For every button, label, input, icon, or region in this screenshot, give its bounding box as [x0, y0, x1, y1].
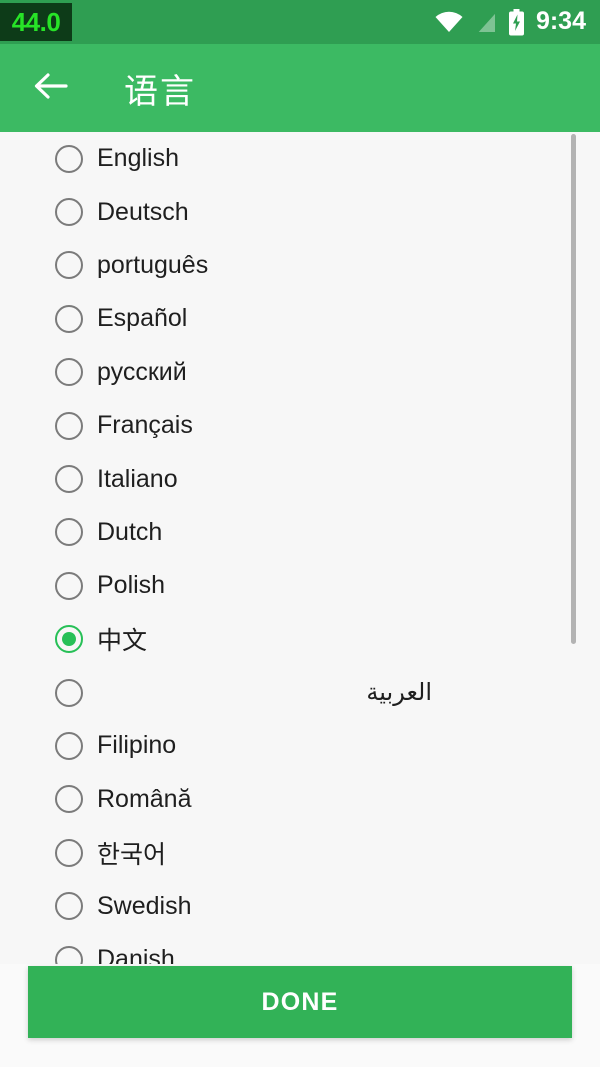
list-scrollbar[interactable]: [571, 132, 576, 964]
language-option-label: Deutsch: [97, 197, 189, 226]
page-title: 语言: [124, 72, 196, 111]
language-option-label: Italiano: [97, 464, 178, 493]
radio-button[interactable]: [55, 304, 83, 333]
footer-bar: DONE: [0, 964, 600, 1067]
language-option-label: Français: [97, 411, 193, 440]
language-option[interactable]: Swedish: [0, 879, 600, 932]
language-option[interactable]: Polish: [0, 559, 600, 612]
language-option-label: Dutch: [97, 517, 163, 546]
language-option[interactable]: English: [0, 132, 600, 185]
language-option[interactable]: Español: [0, 292, 600, 345]
language-option[interactable]: Română: [0, 773, 600, 826]
language-option[interactable]: Italiano: [0, 452, 600, 505]
language-option[interactable]: Dutch: [0, 506, 600, 559]
radio-button[interactable]: [55, 892, 83, 921]
radio-button-selected[interactable]: [55, 625, 83, 654]
radio-button[interactable]: [55, 251, 83, 280]
language-option-label: português: [97, 250, 209, 279]
language-option[interactable]: Filipino: [0, 719, 600, 772]
language-option[interactable]: Danish: [0, 933, 600, 964]
radio-button[interactable]: [55, 198, 83, 227]
done-button[interactable]: DONE: [28, 966, 572, 1038]
language-option[interactable]: Français: [0, 399, 600, 452]
radio-button[interactable]: [55, 144, 83, 173]
radio-button[interactable]: [55, 838, 83, 867]
language-option-label: Español: [97, 304, 188, 333]
language-option-label: English: [97, 144, 179, 173]
language-option-label: Română: [97, 784, 192, 813]
language-option[interactable]: 한국어: [0, 826, 600, 879]
phone-screen: 44.0 9:34 语言 English Deutsch português E…: [0, 0, 600, 1067]
wifi-icon: [434, 10, 464, 34]
scrollbar-thumb[interactable]: [571, 134, 576, 644]
status-clock: 9:34: [535, 6, 586, 35]
language-option-label: 한국어: [97, 840, 167, 869]
language-option-label: Polish: [97, 571, 166, 600]
back-button[interactable]: [18, 56, 82, 120]
status-bar: 44.0 9:34: [0, 0, 600, 44]
language-option[interactable]: العربية: [0, 666, 600, 719]
language-option-label: Filipino: [97, 731, 177, 760]
fps-overlay-badge: 44.0: [0, 3, 72, 41]
radio-button[interactable]: [55, 731, 83, 760]
signal-off-icon: [475, 10, 497, 34]
battery-charging-icon: [508, 8, 525, 36]
language-option-label: Danish: [97, 945, 175, 964]
radio-button[interactable]: [55, 571, 83, 600]
radio-button[interactable]: [55, 945, 83, 964]
radio-button[interactable]: [55, 358, 83, 387]
language-option-label: Swedish: [97, 891, 192, 920]
language-option-label: 中文: [97, 627, 148, 656]
app-bar: 语言: [0, 44, 600, 132]
language-option[interactable]: português: [0, 239, 600, 292]
language-option[interactable]: Deutsch: [0, 185, 600, 238]
radio-button[interactable]: [55, 518, 83, 547]
language-option-label: العربية: [366, 679, 432, 707]
radio-button[interactable]: [55, 465, 83, 494]
language-list-rows: English Deutsch português Español русский Fra…: [0, 132, 600, 964]
radio-button[interactable]: [55, 411, 83, 440]
language-list[interactable]: English Deutsch português Español русский Fra…: [0, 132, 600, 964]
radio-button[interactable]: [55, 785, 83, 814]
back-arrow-icon: [32, 71, 68, 106]
status-icons: 9:34: [434, 0, 586, 44]
language-option[interactable]: русский: [0, 346, 600, 399]
language-option-label: русский: [97, 357, 187, 386]
language-option[interactable]: 中文: [0, 613, 600, 666]
